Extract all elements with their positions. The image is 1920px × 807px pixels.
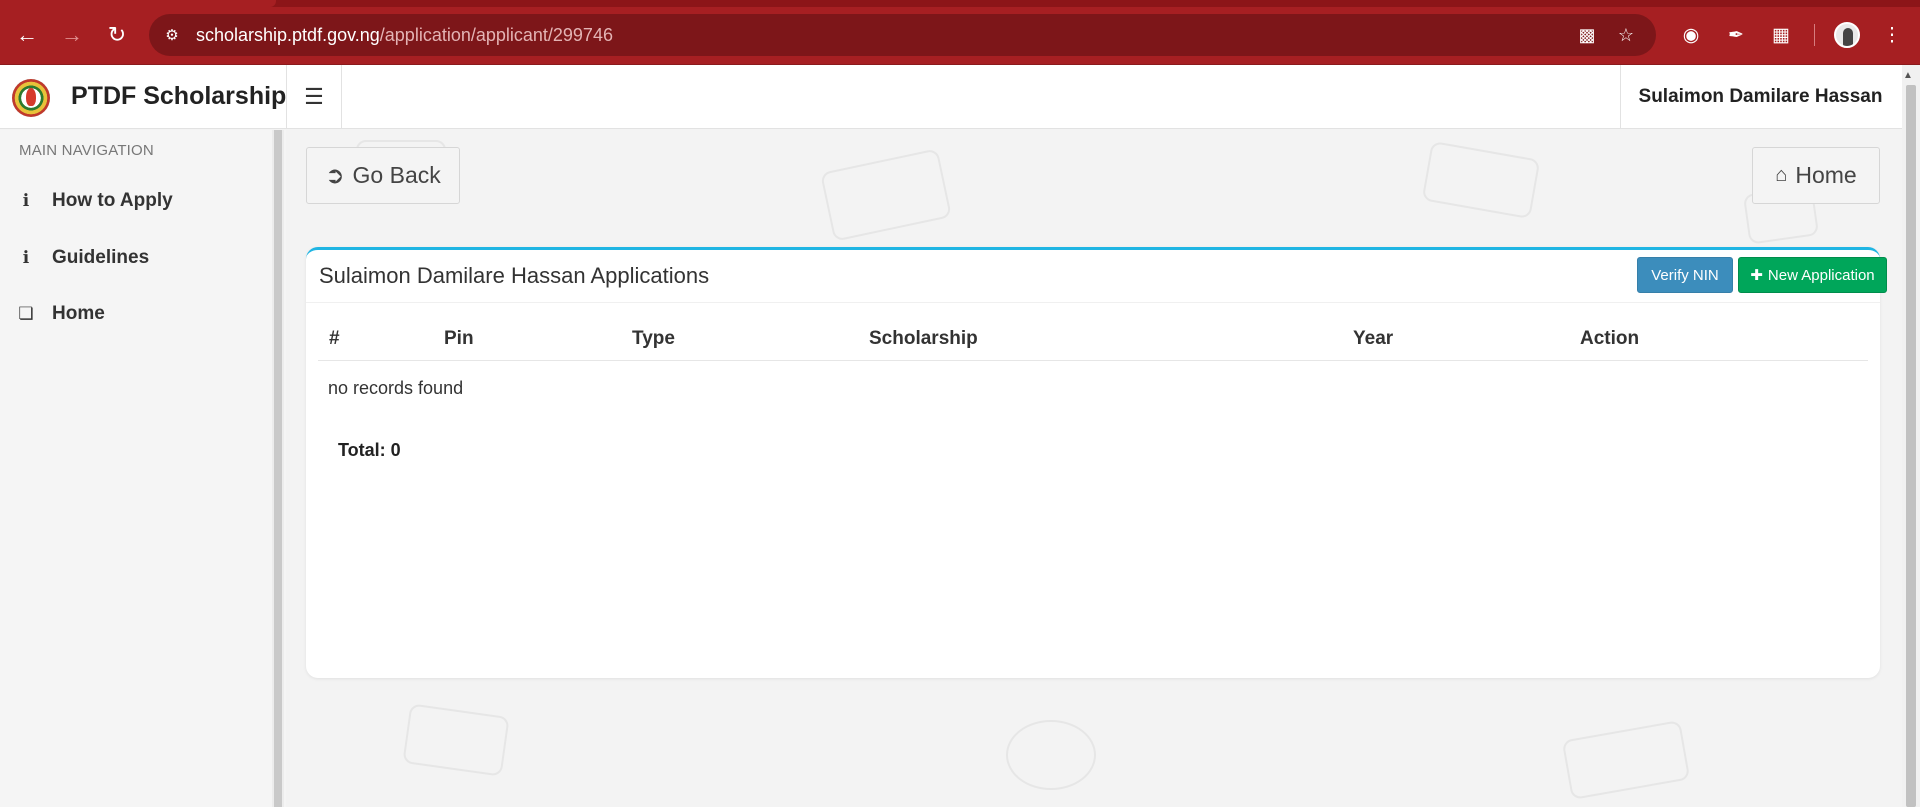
star-icon[interactable]: ☆ <box>1613 23 1639 47</box>
sidebar-item-home[interactable]: ❏ Home <box>0 292 270 336</box>
user-name: Sulaimon Damilare Hassan <box>1638 86 1883 107</box>
profile-avatar[interactable] <box>1834 22 1860 48</box>
background-doodle <box>1006 720 1096 790</box>
reload-icon[interactable]: ↻ <box>101 19 133 51</box>
arrow-circle-left-icon: ➲ <box>325 162 345 188</box>
puzzle-icon[interactable]: ▦ <box>1766 20 1796 50</box>
kebab-menu-icon[interactable]: ⋮ <box>1877 20 1907 50</box>
verify-nin-button[interactable]: Verify NIN <box>1637 257 1733 293</box>
sidebar-item-how-to-apply[interactable]: ℹ How to Apply <box>0 179 270 223</box>
column-header-number[interactable]: # <box>329 328 340 350</box>
main-content: ➲ Go Back ⌂ Home Sulaimon Damilare Hassa… <box>286 130 1902 807</box>
info-icon: ℹ <box>22 248 30 267</box>
info-icon: ℹ <box>22 191 30 210</box>
ptdf-logo <box>12 79 50 117</box>
column-header-year[interactable]: Year <box>1353 328 1393 350</box>
go-back-button[interactable]: ➲ Go Back <box>306 147 460 204</box>
sidebar-scrollbar-thumb[interactable] <box>274 130 282 807</box>
background-doodle <box>1561 720 1691 800</box>
applications-box: Sulaimon Damilare Hassan Applications Ve… <box>306 247 1887 678</box>
sidebar-item-label: Home <box>52 303 105 324</box>
background-doodle <box>402 703 510 777</box>
user-menu[interactable]: Sulaimon Damilare Hassan <box>1620 65 1900 129</box>
url-text[interactable]: scholarship.ptdf.gov.ng/application/appl… <box>196 25 613 46</box>
scroll-up-arrow-icon[interactable]: ▲ <box>1903 70 1913 81</box>
page-scrollbar[interactable] <box>1902 65 1920 807</box>
hamburger-menu-icon[interactable]: ☰ <box>287 65 342 129</box>
cube-icon: ❏ <box>18 304 34 323</box>
address-bar[interactable]: ⚙ scholarship.ptdf.gov.ng/application/ap… <box>149 14 1656 56</box>
url-path: /application/applicant/299746 <box>379 25 613 45</box>
tab-strip <box>0 0 1920 7</box>
column-header-type[interactable]: Type <box>632 328 675 350</box>
sidebar-item-label: How to Apply <box>52 190 173 211</box>
brand-title: PTDF Scholarship <box>71 82 287 110</box>
forward-icon[interactable]: → <box>56 19 88 51</box>
empty-table-message: no records found <box>328 378 464 398</box>
new-application-button[interactable]: ✚ New Application <box>1738 257 1887 293</box>
toolbar-separator <box>1814 24 1815 46</box>
brand[interactable]: PTDF Scholarship <box>0 65 287 129</box>
column-header-scholarship[interactable]: Scholarship <box>869 328 978 350</box>
background-doodle <box>820 148 952 242</box>
total-count: Total: 0 <box>338 440 401 460</box>
home-label: Home <box>1795 162 1857 188</box>
browser-toolbar: ← → ↻ ⚙ scholarship.ptdf.gov.ng/applicat… <box>0 0 1920 65</box>
back-icon[interactable]: ← <box>11 19 43 51</box>
column-header-action[interactable]: Action <box>1580 328 1639 350</box>
cookie-icon[interactable]: ◉ <box>1676 20 1706 50</box>
box-header-divider <box>306 302 1880 303</box>
plus-icon: ✚ <box>1750 267 1763 284</box>
install-app-icon[interactable]: ▩ <box>1574 23 1600 47</box>
active-tab-edge <box>0 0 276 7</box>
new-application-label: New Application <box>1767 266 1875 284</box>
home-icon: ⌂ <box>1775 164 1788 186</box>
nav-section-label: MAIN NAVIGATION <box>19 142 154 159</box>
sidebar: MAIN NAVIGATION ℹ How to Apply ℹ Guideli… <box>0 130 286 807</box>
page-scrollbar-thumb[interactable] <box>1906 85 1916 807</box>
column-header-pin[interactable]: Pin <box>444 328 474 350</box>
site-info-icon[interactable]: ⚙ <box>161 24 183 46</box>
url-host: scholarship.ptdf.gov.ng <box>196 25 380 45</box>
table-header-divider <box>318 360 1868 361</box>
sidebar-item-guidelines[interactable]: ℹ Guidelines <box>0 236 270 280</box>
sidebar-item-label: Guidelines <box>52 247 150 268</box>
app-header: PTDF Scholarship ☰ Sulaimon Damilare Has… <box>0 65 1920 129</box>
box-title: Sulaimon Damilare Hassan Applications <box>319 263 710 288</box>
background-doodle <box>1421 140 1541 220</box>
go-back-label: Go Back <box>352 162 441 188</box>
eyedropper-icon[interactable]: ✒ <box>1721 20 1751 50</box>
home-button[interactable]: ⌂ Home <box>1752 147 1880 204</box>
